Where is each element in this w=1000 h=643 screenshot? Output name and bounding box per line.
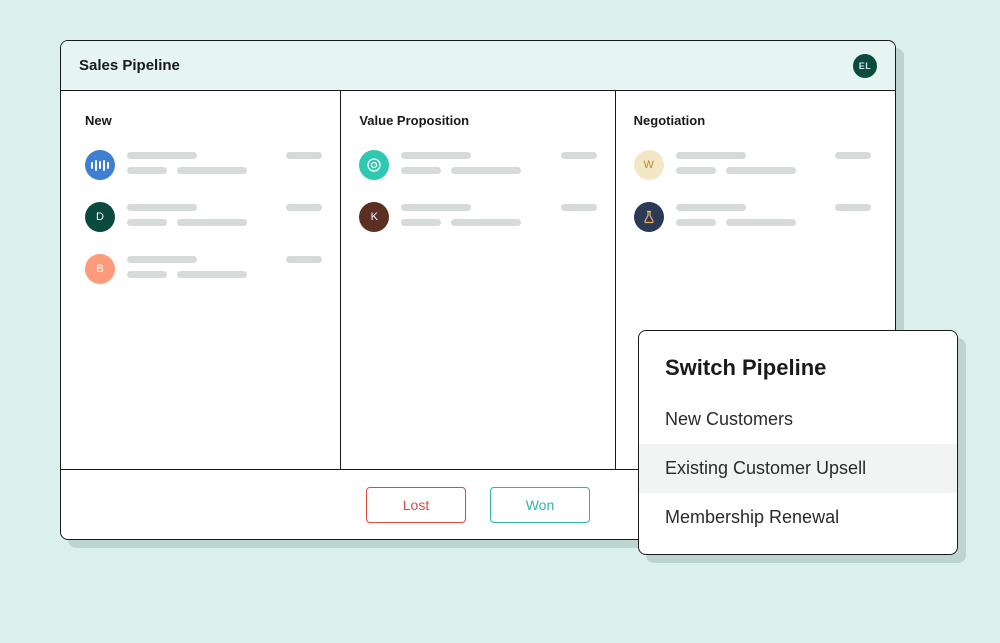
card-placeholder [127,150,322,182]
pipeline-card[interactable] [359,150,596,182]
card-placeholder [127,254,322,286]
pipeline-card[interactable] [634,202,871,234]
user-avatar[interactable]: EL [853,54,877,78]
column-title: New [85,113,322,128]
target-icon [359,150,389,180]
column-title: Negotiation [634,113,871,128]
popover-item-membership-renewal[interactable]: Membership Renewal [639,493,957,542]
pipeline-card[interactable]: D [85,202,322,234]
card-placeholder [401,202,596,234]
card-placeholder [676,150,871,182]
avatar-letter: B [85,254,115,284]
card-placeholder [676,202,871,234]
audio-bars-icon [85,150,115,180]
popover-title: Switch Pipeline [639,355,957,395]
avatar-letter: W [634,150,664,180]
switch-pipeline-popover: Switch Pipeline New Customers Existing C… [638,330,958,555]
pipeline-card[interactable] [85,150,322,182]
lost-button[interactable]: Lost [366,487,466,523]
pipeline-card[interactable]: K [359,202,596,234]
won-button[interactable]: Won [490,487,590,523]
titlebar: Sales Pipeline EL [61,41,895,91]
page-title: Sales Pipeline [79,57,180,74]
popover-item-existing-upsell[interactable]: Existing Customer Upsell [639,444,957,493]
avatar-letter: D [85,202,115,232]
flask-icon [634,202,664,232]
column-title: Value Proposition [359,113,596,128]
card-placeholder [401,150,596,182]
pipeline-card[interactable]: W [634,150,871,182]
pipeline-card[interactable]: B [85,254,322,286]
pipeline-column-value-proposition: Value Proposition K [341,91,615,469]
avatar-letter: K [359,202,389,232]
popover-item-new-customers[interactable]: New Customers [639,395,957,444]
pipeline-column-new: New D B [67,91,341,469]
card-placeholder [127,202,322,234]
